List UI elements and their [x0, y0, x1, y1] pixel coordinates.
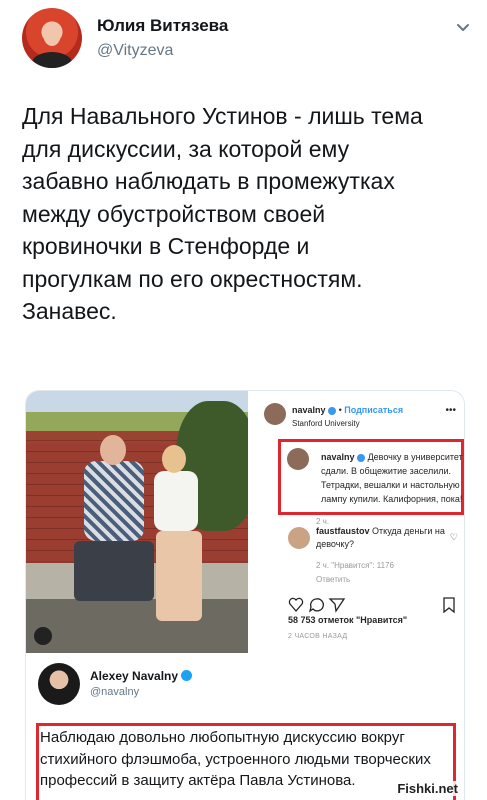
ig-follow-button: Подписаться: [344, 405, 404, 415]
user-tag-icon: [34, 627, 52, 645]
more-options-icon: •••: [445, 405, 456, 416]
ig-reply: Ответить: [316, 575, 351, 584]
verified-icon: [357, 453, 366, 462]
ig-actions: [288, 595, 458, 615]
ig-avatar: [264, 403, 286, 425]
heart-icon: [288, 597, 304, 612]
verified-icon: [181, 670, 193, 681]
ig-likes: 58 753 отметок "Нравится": [288, 615, 408, 625]
ig-caption-highlight: navalny Девочку в университет сдали. В о…: [278, 439, 464, 515]
comment-icon: [308, 598, 324, 613]
ig-avatar: [287, 448, 309, 470]
ig-posted-ago: 2 ЧАСОВ НАЗАД: [288, 633, 348, 640]
ig-caption-user: navalny: [321, 452, 355, 462]
author-name[interactable]: Юлия Витязева: [97, 16, 228, 36]
ig-location: Stanford University: [292, 419, 360, 428]
author-handle[interactable]: @Vityzeva: [97, 42, 173, 60]
quoted-handle: @navalny: [90, 686, 140, 698]
tweet-text: Для Навального Устинов - лишь тема для д…: [22, 100, 462, 328]
quoted-text: Наблюдаю довольно любопытную дискуссию в…: [40, 729, 431, 789]
quoted-name: Alexey Navalny: [90, 669, 193, 683]
ig-commenter: faustfaustov: [316, 526, 370, 536]
share-icon: [328, 598, 346, 613]
ig-username: navalny: [292, 405, 326, 415]
tweet-text-line: прогулкам по его окрестностям.: [22, 265, 363, 292]
bookmark-icon: [443, 597, 455, 614]
author-avatar[interactable]: [22, 8, 82, 68]
tweet-text-line: между обустройством своей: [22, 200, 326, 227]
ig-comment-meta: 2 ч. "Нравится": 1176: [316, 561, 394, 570]
tweet-text-line: кровиночки в Стенфорде и: [22, 233, 310, 259]
heart-icon: ♡: [449, 532, 458, 542]
chevron-down-icon[interactable]: [454, 18, 472, 36]
instagram-photo: [26, 391, 248, 653]
watermark: Fishki.net: [395, 781, 460, 796]
tweet-text-line: Для Навального Устинов - лишь тема: [22, 103, 423, 129]
tweet-text-line: Занавес.: [22, 298, 117, 324]
ig-caption-text: navalny Девочку в университет сдали. В о…: [321, 450, 463, 506]
tweet-header: Юлия Витязева @Vityzeva: [22, 6, 472, 72]
instagram-panel: navalny • Подписаться Stanford Universit…: [254, 391, 464, 653]
quoted-tweet-card: Alexey Navalny @navalny Наблюдаю довольн…: [26, 653, 464, 800]
verified-icon: [328, 406, 337, 415]
quoted-name-text: Alexey Navalny: [90, 669, 179, 683]
tweet-media-image[interactable]: navalny • Подписаться Stanford Universit…: [25, 390, 465, 800]
tweet-text-line: для дискуссии, за которой ему: [22, 135, 350, 162]
tweet-text-line: забавно наблюдать в промежутках: [22, 168, 395, 194]
ig-avatar: [288, 527, 310, 549]
quoted-avatar: [38, 663, 80, 705]
